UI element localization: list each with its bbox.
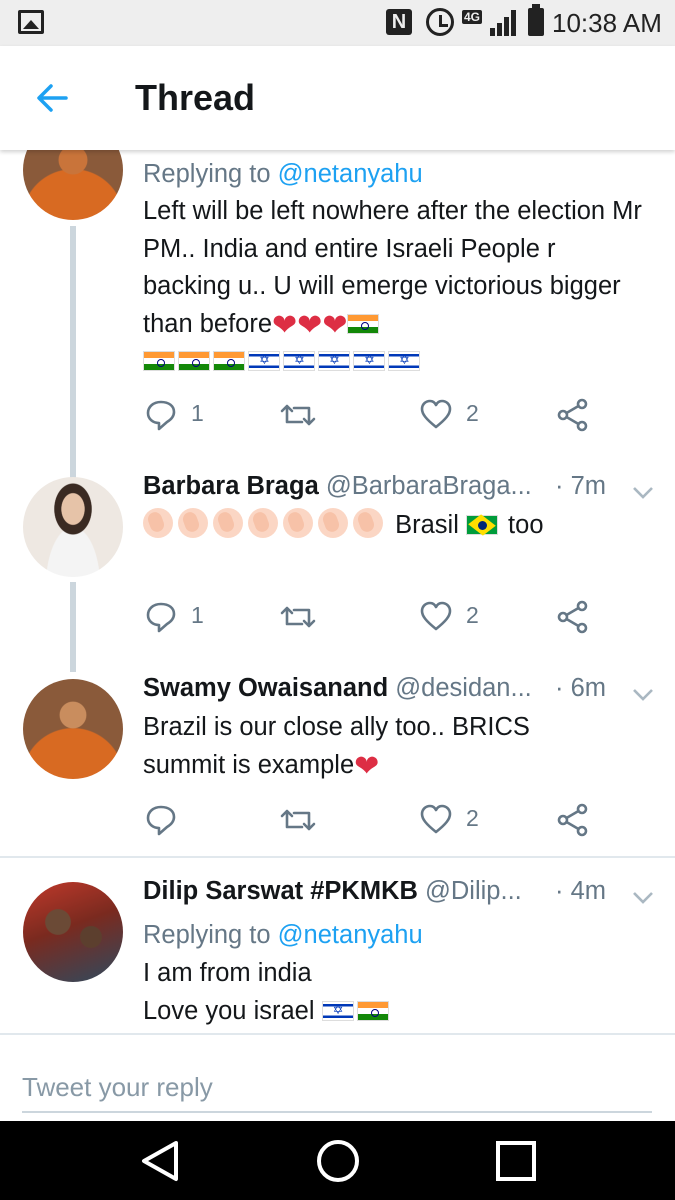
clap-emoji <box>178 508 208 538</box>
like-count: 2 <box>466 400 479 426</box>
clap-emoji <box>143 508 173 538</box>
author-handle[interactable]: @desidan... <box>395 674 531 702</box>
tweet-text: Brazil is our close ally too.. BRICS sum… <box>143 713 530 779</box>
flag-india-emoji <box>356 1001 389 1021</box>
arrow-left-icon[interactable] <box>34 80 70 116</box>
network-type: 4G <box>462 10 483 24</box>
replying-to-label: Replying to <box>143 160 271 188</box>
tweet-time: · 6m <box>555 674 606 702</box>
flag-brazil-emoji <box>465 515 498 535</box>
replying-to-handle[interactable]: @netanyahu <box>278 921 423 949</box>
replying-to-label: Replying to <box>143 921 271 949</box>
like-count: 2 <box>466 805 479 831</box>
share-button[interactable] <box>557 803 591 837</box>
signal-icon <box>490 10 520 36</box>
tweet-time: · 7m <box>555 472 606 500</box>
replying-to-handle[interactable]: @netanyahu <box>278 160 423 188</box>
reply-button[interactable]: 1 <box>145 600 215 634</box>
flag-israel-emoji <box>321 1001 354 1021</box>
clap-emoji <box>318 508 348 538</box>
reply-bar <box>0 1033 675 1121</box>
avatar[interactable] <box>23 679 123 779</box>
heart-emoji: ❤ <box>297 308 323 342</box>
flag-india-emoji <box>178 351 210 371</box>
tweet-text: Brasil <box>395 511 459 539</box>
share-button[interactable] <box>557 398 591 432</box>
retweet-button[interactable] <box>280 398 320 432</box>
flag-israel-emoji <box>318 351 350 371</box>
like-button[interactable]: 2 <box>420 398 490 432</box>
retweet-icon <box>280 809 316 831</box>
reply-count: 1 <box>191 602 204 628</box>
author-name[interactable]: Swamy Owaisanand <box>143 674 388 702</box>
flag-israel-emoji <box>248 351 280 371</box>
clap-emoji <box>353 508 383 538</box>
chevron-down-icon[interactable] <box>632 891 654 905</box>
avatar[interactable] <box>23 150 123 220</box>
tweet-text: I am from india <box>143 959 312 987</box>
reply-count: 1 <box>191 400 204 426</box>
retweet-icon <box>280 404 316 426</box>
clap-emoji <box>248 508 278 538</box>
flag-india-emoji <box>347 313 380 334</box>
divider <box>0 856 675 858</box>
tweet-text: Love you israel <box>143 997 315 1025</box>
alarm-icon <box>426 8 454 36</box>
heart-icon <box>420 399 452 429</box>
status-time: 10:38 AM <box>552 8 662 38</box>
reply-icon <box>146 400 176 431</box>
page-title: Thread <box>135 77 256 118</box>
gallery-icon <box>18 10 44 34</box>
share-icon <box>557 803 588 837</box>
retweet-button[interactable] <box>280 600 320 634</box>
tweet-time: · 4m <box>555 877 606 905</box>
tweet-text-end: too <box>508 511 544 539</box>
status-bar: N 4G 10:38 AM <box>0 0 675 46</box>
reply-icon <box>146 805 176 836</box>
chevron-down-icon[interactable] <box>632 688 654 702</box>
flag-israel-emoji <box>353 351 385 371</box>
reply-icon <box>146 602 176 633</box>
thread-timeline[interactable]: Replying to @netanyahu Left will be left… <box>0 150 675 1033</box>
system-navigation-bar <box>0 1121 675 1200</box>
like-button[interactable]: 2 <box>420 600 490 634</box>
like-button[interactable]: 2 <box>420 803 490 837</box>
author-name[interactable]: Barbara Braga <box>143 472 319 500</box>
flag-israel-emoji <box>283 351 315 371</box>
retweet-icon <box>280 606 316 628</box>
avatar[interactable] <box>23 477 123 577</box>
square-recents-icon[interactable] <box>495 1140 537 1182</box>
heart-emoji: ❤ <box>354 749 380 783</box>
battery-icon <box>528 4 544 36</box>
clap-emoji <box>213 508 243 538</box>
share-icon <box>557 398 588 432</box>
app-header: Thread <box>0 46 675 150</box>
retweet-button[interactable] <box>280 803 320 837</box>
author-name[interactable]: Dilip Sarswat #PKMKB <box>143 877 418 905</box>
chevron-down-icon[interactable] <box>632 486 654 500</box>
flag-india-emoji <box>143 351 175 371</box>
reply-button[interactable]: 1 <box>145 398 215 432</box>
share-icon <box>557 600 588 634</box>
like-count: 2 <box>466 602 479 628</box>
reply-button[interactable] <box>145 803 185 837</box>
author-handle[interactable]: @Dilip... <box>425 877 522 905</box>
author-handle[interactable]: @BarbaraBraga... <box>326 472 532 500</box>
triangle-back-icon[interactable] <box>140 1139 180 1183</box>
thread-connector <box>70 582 76 672</box>
nfc-icon: N <box>386 9 412 35</box>
heart-emoji: ❤ <box>322 308 348 342</box>
reply-input[interactable] <box>22 1063 652 1113</box>
heart-icon <box>420 601 452 631</box>
flag-israel-emoji <box>388 351 420 371</box>
circle-home-icon[interactable] <box>316 1139 360 1183</box>
share-button[interactable] <box>557 600 591 634</box>
tweet-text: Left will be left nowhere after the elec… <box>143 197 642 338</box>
avatar[interactable] <box>23 882 123 982</box>
heart-icon <box>420 804 452 834</box>
clap-emoji <box>283 508 313 538</box>
flag-india-emoji <box>213 351 245 371</box>
heart-emoji: ❤ <box>272 308 298 342</box>
